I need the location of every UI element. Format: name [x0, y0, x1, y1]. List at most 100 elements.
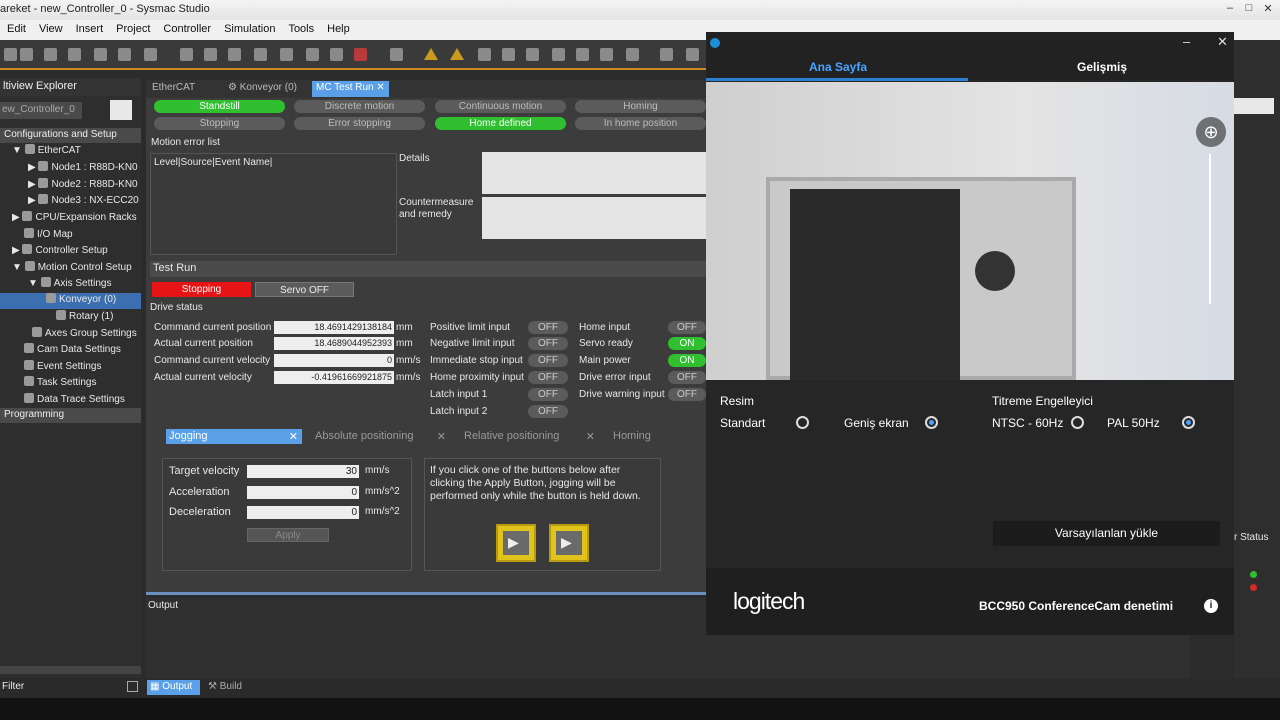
defaults-button[interactable]: Varsayılanlan yükle: [993, 521, 1220, 546]
tab-build[interactable]: ⚒ Build: [205, 680, 250, 695]
menu-simulation[interactable]: Simulation: [217, 20, 281, 35]
stopping-button[interactable]: Stopping: [152, 282, 251, 297]
target-velocity-input[interactable]: 30: [247, 465, 359, 478]
tab-gelismis[interactable]: Gelişmiş: [1077, 60, 1127, 74]
paste-icon[interactable]: [44, 48, 57, 61]
help-icon[interactable]: [144, 48, 157, 61]
tree-task-settings[interactable]: Task Settings: [24, 376, 96, 392]
menu-project[interactable]: Project: [109, 20, 156, 35]
force-icon[interactable]: [502, 48, 515, 61]
tree-controller-setup[interactable]: ▶ Controller Setup: [12, 244, 108, 260]
close-icon[interactable]: ✕: [1217, 34, 1228, 50]
motion-error-list[interactable]: Level|Source|Event Name|: [150, 153, 397, 255]
menu-insert[interactable]: Insert: [69, 20, 110, 35]
tree-node3[interactable]: ▶ Node3 : NX-ECC20: [28, 194, 139, 210]
filter-icon[interactable]: [127, 681, 138, 692]
jog-forward-button[interactable]: ▶: [549, 524, 589, 562]
tab-konveyor[interactable]: ⚙ Konveyor (0): [224, 81, 301, 97]
tree-konveyor[interactable]: Konveyor (0): [0, 293, 141, 309]
expand-icon[interactable]: ▼: [12, 262, 25, 273]
tab-output[interactable]: ▦ Output: [147, 680, 200, 695]
tree-node2[interactable]: ▶ Node2 : R88D-KN0: [28, 178, 138, 194]
online-edit-icon[interactable]: [626, 48, 639, 61]
section-programming[interactable]: Programming: [0, 408, 141, 423]
tree-ethercat[interactable]: ▼ EtherCAT: [12, 144, 81, 160]
close-tab-icon[interactable]: ✕: [289, 430, 298, 443]
tab-relative-positioning[interactable]: Relative positioning ✕: [461, 429, 599, 444]
controller-select[interactable]: ew_Controller_0: [0, 102, 82, 119]
redo-icon[interactable]: [118, 48, 131, 61]
online-icon[interactable]: [180, 48, 193, 61]
servo-off-button[interactable]: Servo OFF: [255, 282, 354, 297]
tree-node1[interactable]: ▶ Node1 : R88D-KN0: [28, 161, 138, 177]
close-button[interactable]: ✕: [1260, 2, 1276, 16]
tree-event-settings[interactable]: Event Settings: [24, 360, 101, 376]
warning-icon[interactable]: [450, 48, 464, 60]
menu-edit[interactable]: Edit: [0, 20, 32, 35]
tree-cpu-racks[interactable]: ▶ CPU/Expansion Racks: [12, 211, 137, 227]
reset-icon[interactable]: [552, 48, 565, 61]
apply-button[interactable]: Apply: [247, 528, 329, 542]
zoom-slider[interactable]: [1209, 154, 1211, 304]
info-icon[interactable]: i: [1204, 599, 1218, 613]
zoom-icon[interactable]: [686, 48, 699, 61]
jog-reverse-button[interactable]: ▶: [496, 524, 536, 562]
collapse-icon[interactable]: ▶: [28, 162, 38, 173]
tab-ethercat[interactable]: EtherCAT: [148, 81, 199, 97]
watch-icon[interactable]: [330, 48, 343, 61]
expand-icon[interactable]: ▼: [12, 145, 25, 156]
maximize-button[interactable]: □: [1241, 2, 1257, 16]
delete-icon[interactable]: [68, 48, 81, 61]
deceleration-input[interactable]: 0: [247, 506, 359, 519]
controller-icon[interactable]: [110, 100, 132, 120]
close-tab-icon[interactable]: ✕: [586, 430, 595, 443]
menu-help[interactable]: Help: [320, 20, 356, 35]
genis-radio[interactable]: [925, 416, 938, 429]
section-configurations[interactable]: Configurations and Setup: [0, 128, 141, 143]
explorer-scrollbar[interactable]: [0, 666, 141, 674]
tree-axis-settings[interactable]: ▼ Axis Settings: [28, 277, 112, 293]
monitor-icon[interactable]: [600, 48, 613, 61]
tree-rotary[interactable]: Rotary (1): [56, 310, 113, 326]
warning-icon[interactable]: [424, 48, 438, 60]
tab-homing[interactable]: Homing: [610, 429, 706, 444]
standart-radio[interactable]: [796, 416, 809, 429]
tab-jogging[interactable]: Jogging ✕: [166, 429, 302, 444]
close-tab-icon[interactable]: ✕: [437, 430, 446, 443]
acceleration-input[interactable]: 0: [247, 486, 359, 499]
tree-data-trace[interactable]: Data Trace Settings: [24, 393, 125, 409]
stop-icon[interactable]: [354, 48, 367, 61]
minimize-icon[interactable]: –: [1183, 34, 1190, 49]
refresh-icon[interactable]: [576, 48, 589, 61]
tree-cam-data[interactable]: Cam Data Settings: [24, 343, 121, 359]
build-icon[interactable]: [204, 48, 217, 61]
tree-axes-group[interactable]: Axes Group Settings: [32, 327, 137, 343]
right-dropdown[interactable]: [1234, 98, 1274, 114]
cross-ref-icon[interactable]: [228, 48, 241, 61]
pal-radio[interactable]: [1182, 416, 1195, 429]
tab-mc-test-run[interactable]: MC Test Run ✕: [312, 81, 389, 97]
simulate-icon[interactable]: [306, 48, 319, 61]
toggle-icon[interactable]: [478, 48, 491, 61]
grid-icon[interactable]: [660, 48, 673, 61]
close-tab-icon[interactable]: ✕: [376, 82, 384, 93]
undo-icon[interactable]: [94, 48, 107, 61]
menu-view[interactable]: View: [32, 20, 69, 35]
cut-icon[interactable]: [4, 48, 17, 61]
ntsc-radio[interactable]: [1071, 416, 1084, 429]
transfer-icon[interactable]: [254, 48, 267, 61]
zoom-in-icon[interactable]: ⊕: [1196, 117, 1226, 147]
tree-io-map[interactable]: I/O Map: [24, 228, 73, 244]
compare-icon[interactable]: [280, 48, 293, 61]
collapse-icon[interactable]: ▶: [28, 179, 38, 190]
tab-absolute-positioning[interactable]: Absolute positioning ✕: [312, 429, 450, 444]
copy-icon[interactable]: [20, 48, 33, 61]
collapse-icon[interactable]: ▶: [12, 212, 22, 223]
tree-motion-control[interactable]: ▼ Motion Control Setup: [12, 261, 132, 277]
menu-controller[interactable]: Controller: [156, 20, 217, 35]
collapse-icon[interactable]: ▶: [28, 195, 38, 206]
collapse-icon[interactable]: ▶: [12, 245, 22, 256]
tab-ana-sayfa[interactable]: Ana Sayfa: [809, 60, 867, 74]
set-icon[interactable]: [526, 48, 539, 61]
expand-icon[interactable]: ▼: [28, 278, 41, 289]
